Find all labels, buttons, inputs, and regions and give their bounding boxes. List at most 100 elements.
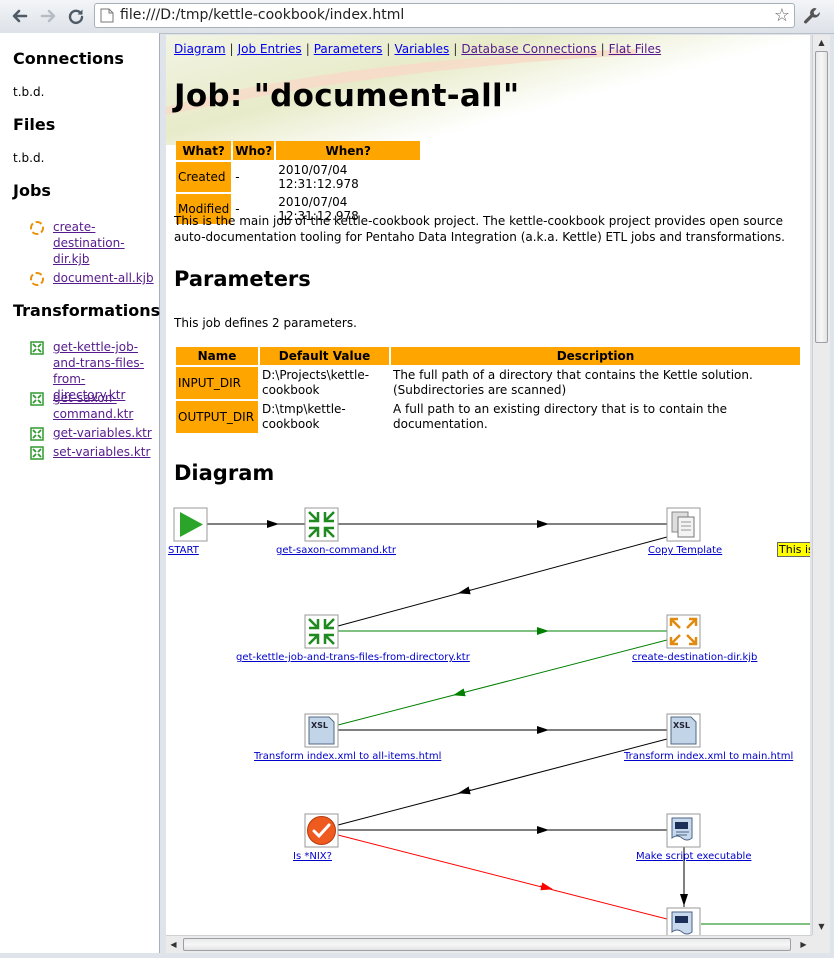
- sidebar-job-link[interactable]: create-destination-dir.kjb: [53, 219, 155, 267]
- horizontal-scroll-thumb[interactable]: [183, 938, 791, 951]
- xsl-icon: XSL: [666, 713, 701, 748]
- hop-arrow: [458, 786, 472, 795]
- metadata-row: Created - 2010/07/04 12:31:12.978: [176, 162, 420, 192]
- parameters-table: Name Default Value Description INPUT_DIR…: [174, 345, 802, 435]
- files-value: t.b.d.: [13, 151, 45, 165]
- diagram-node-is-nix[interactable]: Is *NIX?: [293, 813, 339, 862]
- sidebar: Connections t.b.d. Files t.b.d. Jobs cre…: [0, 33, 160, 953]
- nav-separator: |: [229, 42, 234, 56]
- shell-script-icon: [666, 813, 701, 848]
- diagram-node-copy-template[interactable]: Copy Template: [648, 507, 722, 556]
- job-icon: [30, 272, 44, 286]
- vertical-scrollbar[interactable]: ▲ ▼: [812, 35, 830, 935]
- jobs-heading: Jobs: [13, 181, 51, 200]
- back-arrow-icon: [12, 9, 28, 23]
- param-header-name: Name: [176, 347, 258, 365]
- connections-heading: Connections: [13, 49, 124, 68]
- param-description: The full path of a directory that contai…: [393, 368, 753, 397]
- metadata-who: -: [235, 170, 240, 184]
- node-label[interactable]: Transform index.xml to all-items.html: [253, 751, 441, 762]
- param-default: D:\Projects\kettle-cookbook: [262, 368, 370, 397]
- diagram-note: This is t: [777, 542, 810, 557]
- connections-value: t.b.d.: [13, 85, 45, 99]
- node-label[interactable]: Transform index.xml to main.html: [623, 751, 793, 762]
- diagram-node-transform-all-items[interactable]: XSL Transform index.xml to all-items.htm…: [253, 713, 441, 762]
- url-input[interactable]: [120, 7, 760, 23]
- page-icon: [100, 8, 114, 23]
- hop-arrow: [458, 586, 472, 595]
- job-icon: [666, 614, 701, 649]
- diagram-node-get-saxon-command[interactable]: get-saxon-command.ktr: [276, 507, 397, 556]
- nav-link-database-connections[interactable]: Database Connections: [461, 42, 596, 56]
- metadata-when: 2010/07/04 12:31:12.978: [278, 163, 359, 191]
- transformation-icon: [30, 341, 44, 355]
- node-label[interactable]: Make script executable: [636, 851, 751, 862]
- forward-arrow-icon: [40, 9, 56, 23]
- parameters-heading: Parameters: [174, 267, 311, 291]
- nav-link-variables[interactable]: Variables: [394, 42, 449, 56]
- hop-arrow: [453, 688, 467, 697]
- vertical-scroll-thumb[interactable]: [815, 51, 828, 343]
- sidebar-job-link[interactable]: document-all.kjb: [53, 270, 155, 286]
- page-title: Job: "document-all": [174, 78, 520, 114]
- job-icon: [30, 221, 44, 235]
- parameter-row: INPUT_DIR D:\Projects\kettle-cookbook Th…: [176, 367, 800, 399]
- nav-link-flat-files[interactable]: Flat Files: [609, 42, 661, 56]
- scroll-right-icon[interactable]: ▶: [796, 937, 811, 952]
- node-label[interactable]: get-kettle-job-and-trans-files-from-dire…: [236, 652, 471, 663]
- top-navigation: Diagram | Job Entries | Parameters | Variables…: [174, 42, 661, 56]
- bookmark-star-icon[interactable]: ☆: [774, 5, 790, 26]
- main-content: Diagram | Job Entries | Parameters | Variables…: [166, 35, 810, 935]
- sidebar-trans-link[interactable]: set-variables.ktr: [53, 444, 155, 460]
- scroll-left-icon[interactable]: ◀: [166, 937, 181, 952]
- node-label[interactable]: Copy Template: [648, 545, 722, 556]
- nav-separator: |: [453, 42, 458, 56]
- wrench-menu-button[interactable]: [802, 6, 822, 26]
- diagram-node-shell-script[interactable]: [666, 907, 701, 935]
- transformation-icon: [304, 507, 339, 542]
- diagram-node-transform-main[interactable]: XSL Transform index.xml to main.html: [623, 713, 793, 762]
- nav-link-parameters[interactable]: Parameters: [314, 42, 383, 56]
- param-name: OUTPUT_DIR: [176, 401, 258, 433]
- nav-separator: |: [600, 42, 605, 56]
- parameters-intro: This job defines 2 parameters.: [174, 316, 357, 330]
- xsl-icon: XSL: [304, 713, 339, 748]
- parameters-header-row: Name Default Value Description: [176, 347, 800, 365]
- sidebar-trans-link[interactable]: get-variables.ktr: [53, 425, 155, 441]
- forward-button[interactable]: [37, 5, 59, 27]
- wrench-icon: [804, 8, 820, 24]
- reload-button[interactable]: [65, 5, 87, 27]
- transformation-icon: [304, 614, 339, 649]
- job-description: This is the main job of the kettle-cookb…: [174, 214, 785, 244]
- sidebar-trans-link[interactable]: get-saxon-command.ktr: [53, 390, 155, 422]
- node-label[interactable]: START: [168, 545, 200, 556]
- back-button[interactable]: [9, 5, 31, 27]
- nav-link-job-entries[interactable]: Job Entries: [238, 42, 302, 56]
- nav-separator: |: [386, 42, 391, 56]
- svg-text:XSL: XSL: [673, 721, 690, 730]
- diagram-node-make-script-executable[interactable]: Make script executable: [636, 813, 751, 862]
- transformation-icon: [30, 392, 44, 406]
- param-header-description: Description: [391, 347, 800, 365]
- transformation-icon: [30, 427, 44, 441]
- transformations-heading: Transformations: [13, 301, 161, 320]
- metadata-header-what: What?: [176, 141, 232, 160]
- diagram-node-create-destination-dir[interactable]: create-destination-dir.kjb: [632, 614, 757, 663]
- address-bar[interactable]: ☆: [94, 3, 795, 28]
- nav-link-diagram[interactable]: Diagram: [174, 42, 226, 56]
- node-label[interactable]: create-destination-dir.kjb: [632, 652, 757, 663]
- scrollbar-corner: [812, 935, 830, 953]
- horizontal-scrollbar[interactable]: ◀ ▶: [166, 935, 812, 953]
- hop-line: [337, 834, 668, 920]
- reload-icon: [68, 9, 84, 24]
- copy-files-icon: [666, 507, 701, 542]
- node-label[interactable]: Is *NIX?: [293, 851, 332, 862]
- metadata-header-who: Who?: [233, 141, 275, 160]
- metadata-header-row: What? Who? When?: [176, 141, 421, 160]
- scroll-up-icon[interactable]: ▲: [814, 35, 829, 50]
- scroll-down-icon[interactable]: ▼: [814, 919, 829, 934]
- diagram-node-start[interactable]: START: [168, 507, 208, 556]
- job-diagram: START get-saxon-command.ktr Copy Templat…: [168, 507, 810, 935]
- node-label[interactable]: get-saxon-command.ktr: [276, 545, 397, 556]
- parameter-row: OUTPUT_DIR D:\tmp\kettle-cookbook A full…: [176, 401, 800, 433]
